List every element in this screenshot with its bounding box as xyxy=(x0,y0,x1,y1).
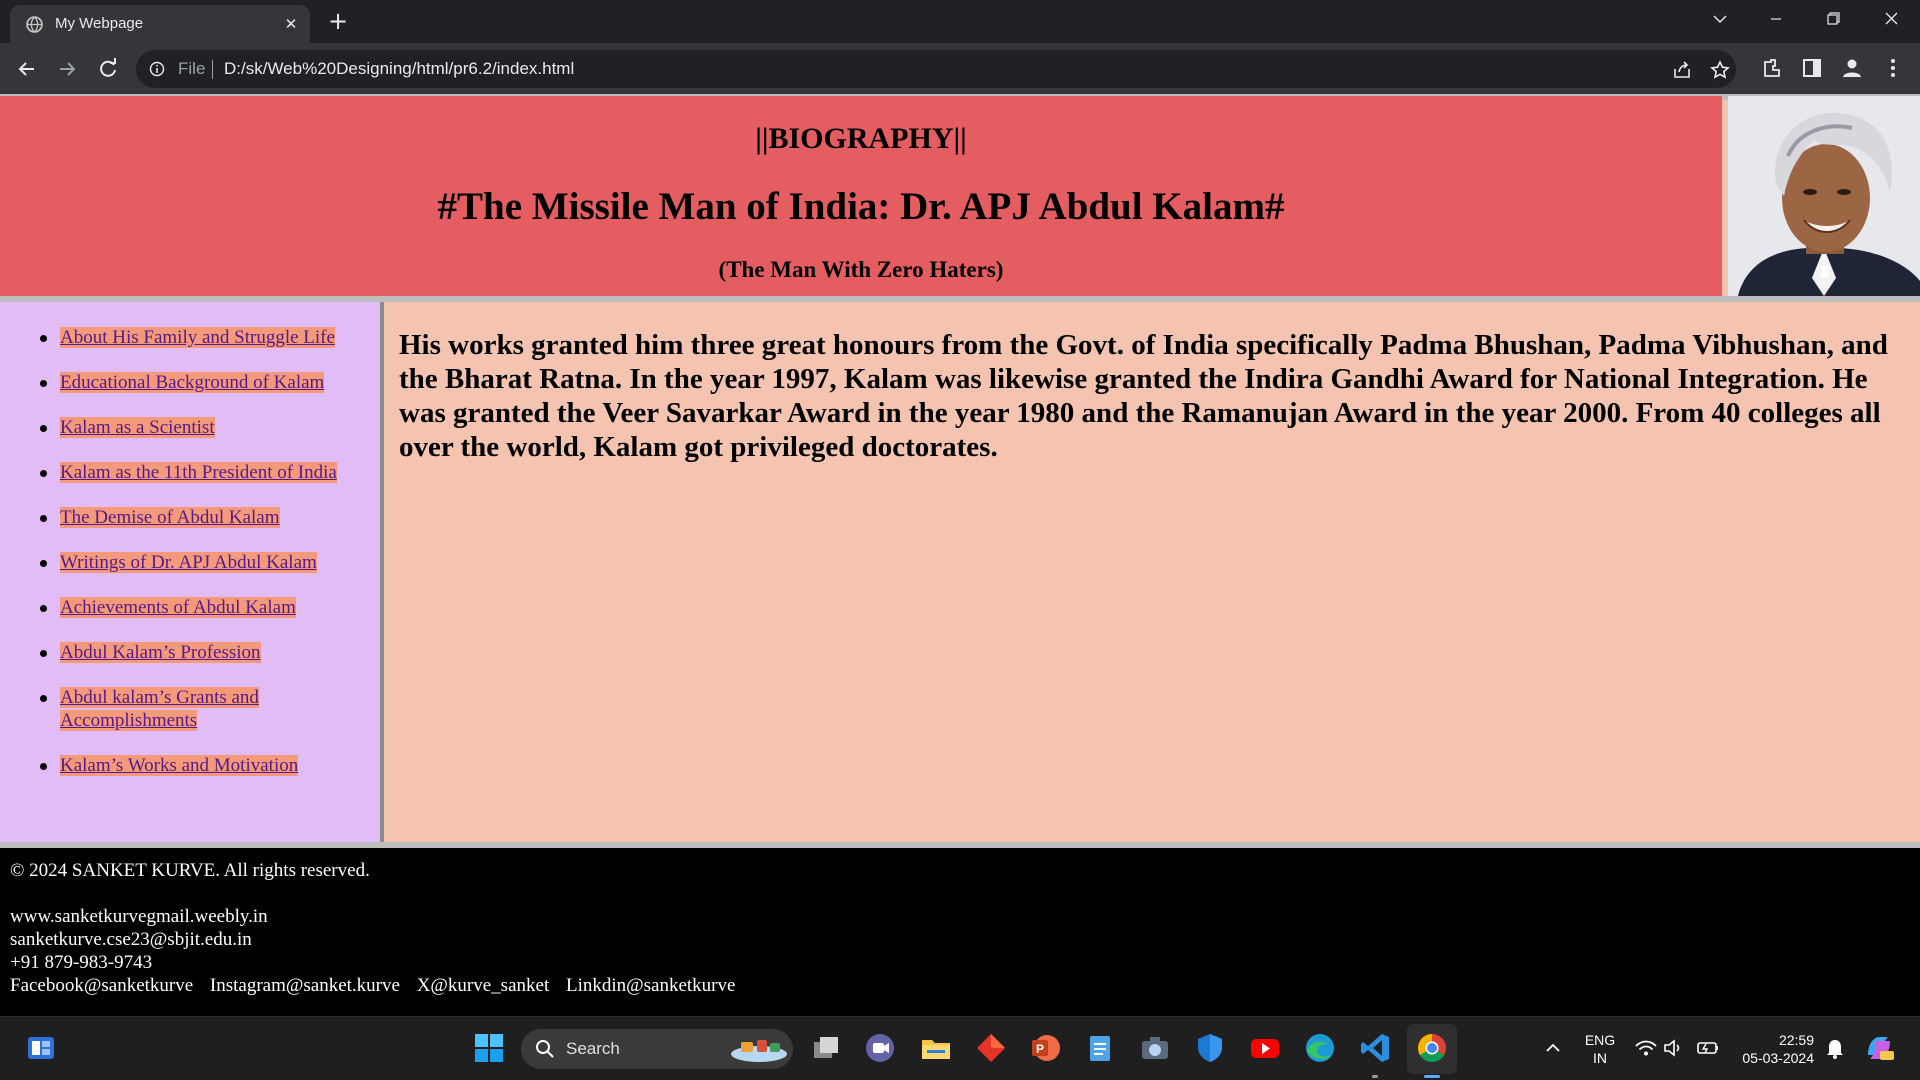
main-paragraph: His works granted him three great honour… xyxy=(399,329,1888,463)
footer-x: X@kurve_sanket xyxy=(416,975,550,996)
extensions-icon[interactable] xyxy=(1760,56,1784,80)
forward-icon[interactable] xyxy=(52,54,82,84)
browser-tab[interactable]: My Webpage ✕ xyxy=(10,5,310,43)
page-footer: © 2024 SANKET KURVE. All rights reserved… xyxy=(0,848,1920,1016)
globe-icon xyxy=(26,16,43,33)
page-title: #The Missile Man of India: Dr. APJ Abdul… xyxy=(437,185,1285,228)
widgets-icon[interactable] xyxy=(24,1031,58,1065)
list-item: Kalam’s Works and Motivation xyxy=(0,754,380,777)
header-subtitle: ||BIOGRAPHY|| xyxy=(755,122,967,155)
sidebar-link-demise[interactable]: The Demise of Abdul Kalam xyxy=(60,507,280,528)
file-explorer-icon[interactable] xyxy=(919,1031,953,1065)
sidebar-link-education[interactable]: Educational Background of Kalam xyxy=(60,372,325,393)
sidebar-link-president[interactable]: Kalam as the 11th President of India xyxy=(60,462,337,483)
clock-time: 22:59 xyxy=(1778,1032,1814,1048)
list-item: About His Family and Struggle Life xyxy=(0,326,380,349)
list-item: Writings of Dr. APJ Abdul Kalam xyxy=(0,551,380,574)
url-scheme-label: File xyxy=(178,59,206,78)
url-separator xyxy=(212,60,213,79)
footer-website: www.sanketkurvegmail.weebly.in xyxy=(10,906,268,927)
language-label: ENG xyxy=(1584,1032,1616,1048)
footer-contact: www.sanketkurvegmail.weebly.in sanketkur… xyxy=(10,905,747,997)
copilot-icon[interactable] xyxy=(1862,1031,1896,1065)
address-bar[interactable]: File D:/sk/Web%20Designing/html/pr6.2/in… xyxy=(136,50,1736,88)
battery-icon[interactable] xyxy=(1691,1031,1725,1065)
star-icon[interactable] xyxy=(1709,59,1731,81)
sidebar-link-writings[interactable]: Writings of Dr. APJ Abdul Kalam xyxy=(60,552,317,573)
header-tagline: (The Man With Zero Haters) xyxy=(718,257,1004,282)
sidebar-link-profession[interactable]: Abdul Kalam’s Profession xyxy=(60,642,261,663)
restore-icon[interactable] xyxy=(1810,0,1856,40)
taskbar-search-label: Search xyxy=(566,1039,620,1058)
sidebar-link-family[interactable]: About His Family and Struggle Life xyxy=(60,327,335,348)
share-icon[interactable] xyxy=(1671,59,1693,81)
footer-copyright: © 2024 SANKET KURVE. All rights reserved… xyxy=(10,860,370,881)
sidebar-link-grants[interactable]: Abdul kalam’s Grants and Accomplishments xyxy=(60,687,259,731)
search-icon xyxy=(536,1040,554,1058)
menu-icon[interactable] xyxy=(1881,56,1905,80)
language-indicator[interactable]: ENG IN xyxy=(1578,1031,1622,1067)
tab-close-icon[interactable]: ✕ xyxy=(280,13,302,35)
vscode-icon[interactable] xyxy=(1358,1031,1392,1065)
side-panel-icon[interactable] xyxy=(1800,56,1824,80)
sidebar-nav: About His Family and Struggle Life Educa… xyxy=(0,302,384,842)
tab-title: My Webpage xyxy=(55,15,144,32)
list-item: Abdul kalam’s Grants and Accomplishments xyxy=(0,686,380,732)
notification-bell-icon[interactable] xyxy=(1818,1031,1852,1065)
sidebar-link-achievements[interactable]: Achievements of Abdul Kalam xyxy=(60,597,296,618)
profile-icon[interactable] xyxy=(1840,56,1864,80)
svg-text:P: P xyxy=(1036,1042,1044,1056)
search-highlight-icon xyxy=(731,1040,787,1062)
page-header: ||BIOGRAPHY|| #The Missile Man of India:… xyxy=(0,96,1722,296)
chrome-icon[interactable] xyxy=(1415,1031,1449,1065)
chevron-up-icon[interactable] xyxy=(1536,1031,1570,1065)
sidebar-link-scientist[interactable]: Kalam as a Scientist xyxy=(60,417,215,438)
browser-toolbar: File D:/sk/Web%20Designing/html/pr6.2/in… xyxy=(0,43,1920,94)
vscode-running-indicator xyxy=(1372,1075,1378,1078)
windows-start-icon[interactable] xyxy=(472,1031,506,1065)
app-icon[interactable] xyxy=(974,1031,1008,1065)
close-window-icon[interactable] xyxy=(1868,0,1914,40)
footer-instagram: Instagram@sanket.kurve xyxy=(209,975,400,996)
list-item: Educational Background of Kalam xyxy=(0,371,380,394)
kalam-portrait-image xyxy=(1728,96,1920,296)
back-icon[interactable] xyxy=(12,54,42,84)
footer-facebook: Facebook@sanketkurve xyxy=(10,975,194,996)
edge-icon[interactable] xyxy=(1303,1031,1337,1065)
footer-social-links: Facebook@sanketkurve Instagram@sanket.ku… xyxy=(10,974,747,997)
region-label: IN xyxy=(1593,1050,1607,1066)
url-text[interactable]: D:/sk/Web%20Designing/html/pr6.2/index.h… xyxy=(224,59,574,79)
clock-date: 05-03-2024 xyxy=(1742,1050,1814,1066)
list-item: Kalam as the 11th President of India xyxy=(0,461,380,484)
teams-icon[interactable] xyxy=(863,1031,897,1065)
list-item: Abdul Kalam’s Profession xyxy=(0,641,380,664)
list-item: The Demise of Abdul Kalam xyxy=(0,506,380,529)
reload-icon[interactable] xyxy=(93,54,123,84)
info-icon[interactable] xyxy=(149,61,165,77)
list-item: Achievements of Abdul Kalam xyxy=(0,596,380,619)
footer-linkedin: Linkdin@sanketkurve xyxy=(565,975,736,996)
main-content: His works granted him three great honour… xyxy=(388,302,1920,842)
minimize-icon[interactable] xyxy=(1753,0,1799,40)
notepad-icon[interactable] xyxy=(1083,1031,1117,1065)
web-page: ||BIOGRAPHY|| #The Missile Man of India:… xyxy=(0,94,1920,1016)
browser-tab-strip: My Webpage ✕ + xyxy=(0,0,1920,43)
camera-icon[interactable] xyxy=(1138,1031,1172,1065)
sidebar-link-works[interactable]: Kalam’s Works and Motivation xyxy=(60,755,299,776)
powerpoint-icon[interactable]: P xyxy=(1028,1031,1062,1065)
taskbar-search-box[interactable]: Search xyxy=(521,1029,793,1069)
youtube-icon[interactable] xyxy=(1248,1031,1282,1065)
new-tab-button[interactable]: + xyxy=(322,6,354,38)
footer-phone: +91 879-983-9743 xyxy=(10,952,153,973)
tab-search-icon[interactable] xyxy=(1697,0,1743,40)
volume-icon[interactable] xyxy=(1656,1031,1690,1065)
clock[interactable]: 22:59 05-03-2024 xyxy=(1730,1031,1814,1067)
footer-email: sanketkurve.cse23@sbjit.edu.in xyxy=(10,929,252,950)
chrome-active-indicator xyxy=(1424,1075,1440,1078)
task-view-icon[interactable] xyxy=(809,1031,843,1065)
list-item: Kalam as a Scientist xyxy=(0,416,380,439)
security-icon[interactable] xyxy=(1193,1031,1227,1065)
taskbar: Search P ENG IN 22:59 05-03-2024 xyxy=(0,1016,1920,1080)
sidebar-link-list: About His Family and Struggle Life Educa… xyxy=(0,326,380,799)
